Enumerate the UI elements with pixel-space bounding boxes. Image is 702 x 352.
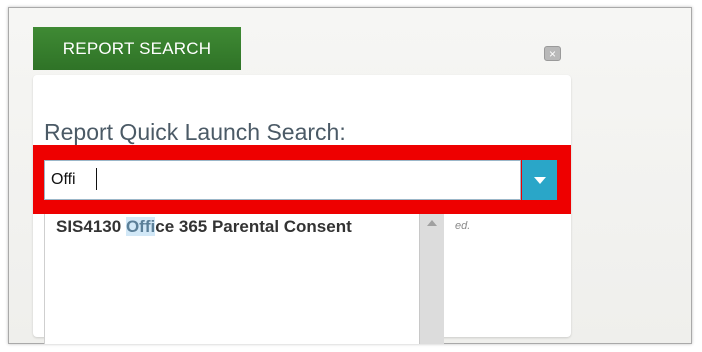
close-icon[interactable]: × — [544, 46, 561, 61]
scrollbar[interactable] — [419, 214, 444, 344]
chevron-down-icon — [534, 177, 546, 184]
text-caret — [96, 168, 97, 190]
result-suffix: ce 365 Parental Consent — [155, 217, 352, 236]
dropdown-button[interactable] — [522, 160, 557, 200]
scroll-up-icon[interactable] — [427, 220, 437, 226]
list-item[interactable]: SIS4130 Office 365 Parental Consent — [56, 217, 352, 237]
search-input[interactable] — [44, 160, 521, 200]
page-title: Report Quick Launch Search: — [44, 119, 346, 145]
result-prefix: SIS4130 — [56, 217, 126, 236]
tab-report-search[interactable]: REPORT SEARCH — [33, 27, 241, 70]
hint-text: ed. — [455, 220, 471, 232]
result-match-highlight: Offi — [125, 217, 156, 236]
